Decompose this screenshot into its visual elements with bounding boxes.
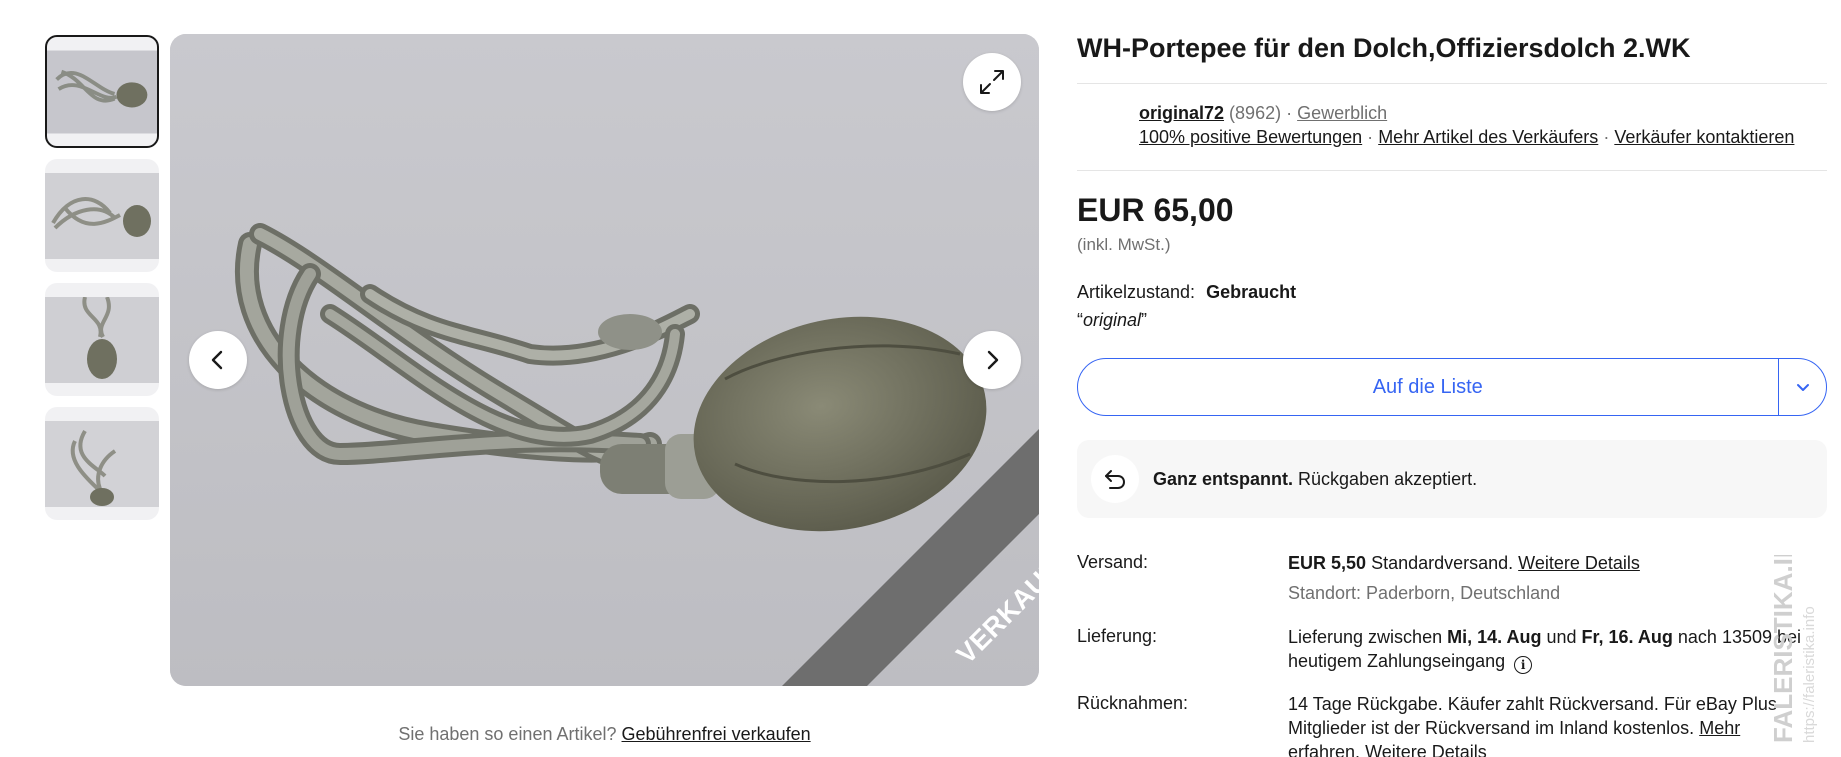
thumbnail-2[interactable] — [45, 159, 159, 272]
condition-value: Gebraucht — [1206, 282, 1297, 302]
chevron-left-icon — [211, 350, 223, 370]
more-items-link[interactable]: Mehr Artikel des Verkäufers — [1378, 127, 1598, 147]
thumbnail-4-image — [45, 420, 159, 507]
return-arrow-icon — [1091, 455, 1139, 503]
thumbnail-1[interactable] — [45, 35, 159, 148]
returns-value: 14 Tage Rückgabe. Käufer zahlt Rückversa… — [1288, 692, 1808, 757]
separator: · — [1367, 127, 1374, 147]
next-image-button[interactable] — [963, 331, 1021, 389]
main-product-image[interactable]: VERKAUFT — [170, 34, 1039, 686]
thumbnail-3[interactable] — [45, 283, 159, 396]
title-divider — [1077, 83, 1827, 84]
shipping-label: Versand: — [1077, 552, 1149, 572]
delivery-to: Fr, 16. Aug — [1581, 627, 1673, 647]
separator: · — [1603, 127, 1610, 147]
condition-note: “original” — [1077, 310, 1147, 331]
shipping-value: EUR 5,50 Standardversand. Weitere Detail… — [1288, 551, 1808, 605]
sell-prompt-text: Sie haben so einen Artikel? — [398, 724, 617, 744]
previous-image-button[interactable] — [189, 331, 247, 389]
product-photo — [170, 34, 1039, 686]
delivery-and: und — [1546, 627, 1577, 647]
seller-rating-count: (8962) — [1229, 103, 1282, 123]
thumbnail-4[interactable] — [45, 407, 159, 520]
tax-note: (inkl. MwSt.) — [1077, 235, 1171, 254]
sell-similar-prompt: Sie haben so einen Artikel? Gebührenfrei… — [170, 724, 1039, 745]
condition-label: Artikelzustand: — [1077, 282, 1196, 302]
expand-icon — [980, 70, 1004, 94]
chevron-right-icon — [987, 350, 999, 370]
info-icon[interactable]: i — [1514, 656, 1533, 674]
thumbnail-2-image — [45, 172, 159, 259]
sell-free-link[interactable]: Gebührenfrei verkaufen — [622, 724, 811, 744]
site-watermark: FALERISTIKA.INFO https://faleristika.inf… — [1768, 555, 1818, 743]
thumbnail-3-image — [45, 296, 159, 383]
item-location: Standort: Paderborn, Deutschland — [1288, 583, 1561, 603]
chevron-down-icon — [1796, 384, 1809, 391]
quote-close: ” — [1141, 310, 1148, 330]
seller-type-link[interactable]: Gewerblich — [1297, 103, 1387, 123]
item-condition: Artikelzustand: Gebraucht — [1077, 282, 1296, 303]
returns-banner-text: Rückgaben akzeptiert. — [1298, 468, 1478, 489]
item-title: WH-Portepee für den Dolch,Offiziersdolch… — [1077, 33, 1691, 63]
watermark-line-1: FALERISTIKA.INFO — [1768, 555, 1798, 743]
watchlist-dropdown-button[interactable] — [1779, 359, 1826, 415]
thumbnail-1-image — [47, 50, 157, 133]
delivery-value: Lieferung zwischen Mi, 14. Aug und Fr, 1… — [1288, 625, 1808, 674]
item-price: EUR 65,00 — [1077, 192, 1234, 228]
shipping-method: Standardversand. — [1371, 553, 1514, 573]
seller-name-link[interactable]: original72 — [1139, 103, 1224, 123]
returns-label: Rücknahmen: — [1077, 693, 1189, 713]
delivery-from: Mi, 14. Aug — [1447, 627, 1542, 647]
seller-divider — [1077, 170, 1827, 171]
separator: · — [1286, 103, 1293, 123]
delivery-prefix: Lieferung zwischen — [1288, 627, 1443, 647]
shipping-details-link[interactable]: Weitere Details — [1518, 553, 1640, 573]
returns-banner-bold: Ganz entspannt. — [1153, 468, 1294, 489]
seller-info: original72 (8962) · Gewerblich 100% posi… — [1139, 101, 1794, 149]
delivery-label: Lieferung: — [1077, 626, 1158, 646]
returns-details-link[interactable]: Weitere Details — [1365, 742, 1487, 757]
watermark-line-2: https://faleristika.info — [1801, 606, 1818, 743]
shipping-cost: EUR 5,50 — [1288, 553, 1367, 573]
returns-period: . — [1355, 742, 1361, 757]
positive-feedback-link[interactable]: 100% positive Bewertungen — [1139, 127, 1362, 147]
expand-button[interactable] — [963, 53, 1021, 111]
contact-seller-link[interactable]: Verkäufer kontaktieren — [1614, 127, 1794, 147]
watchlist-button-group: Auf die Liste — [1077, 358, 1827, 416]
condition-note-text: original — [1083, 310, 1142, 330]
thumbnail-strip — [45, 35, 160, 531]
returns-banner: Ganz entspannt. Rückgaben akzeptiert. — [1077, 440, 1827, 518]
add-to-watchlist-button[interactable]: Auf die Liste — [1078, 359, 1778, 415]
